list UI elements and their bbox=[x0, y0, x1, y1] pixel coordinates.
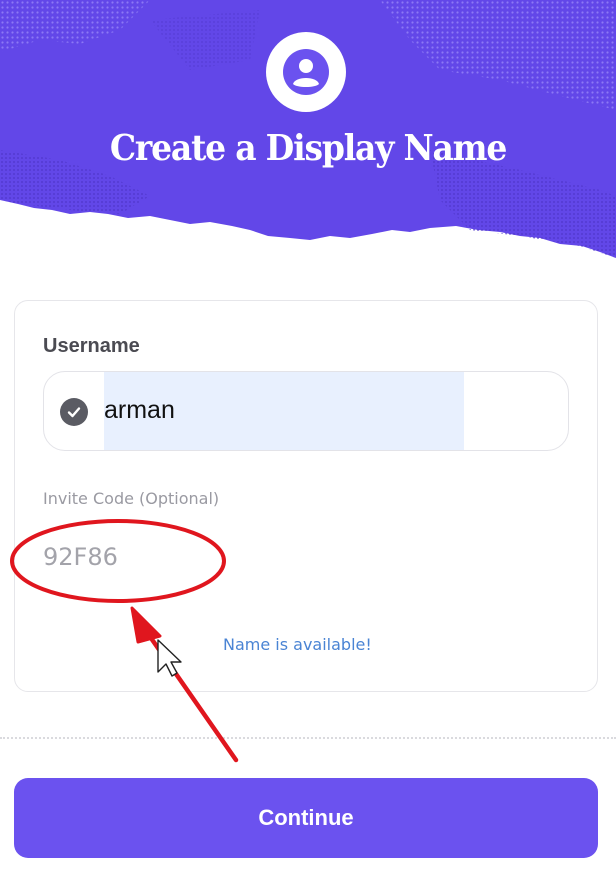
invite-code-label: Invite Code (Optional) bbox=[43, 489, 220, 508]
invite-code-input[interactable]: 92F86 bbox=[43, 543, 118, 571]
check-circle-icon bbox=[60, 398, 88, 426]
username-value[interactable]: arman bbox=[104, 396, 175, 425]
username-label: Username bbox=[43, 335, 140, 357]
display-name-screen: Create a Display Name Username arman Inv… bbox=[0, 0, 616, 872]
username-input[interactable]: arman bbox=[43, 371, 569, 451]
continue-button[interactable]: Continue bbox=[14, 778, 598, 858]
page-title: Create a Display Name bbox=[109, 126, 507, 169]
user-avatar-icon bbox=[283, 49, 329, 95]
availability-status: Name is available! bbox=[223, 635, 372, 654]
avatar bbox=[266, 32, 346, 112]
dotted-divider bbox=[0, 737, 616, 739]
form-card: Username arman Invite Code (Optional) 92… bbox=[14, 300, 598, 692]
